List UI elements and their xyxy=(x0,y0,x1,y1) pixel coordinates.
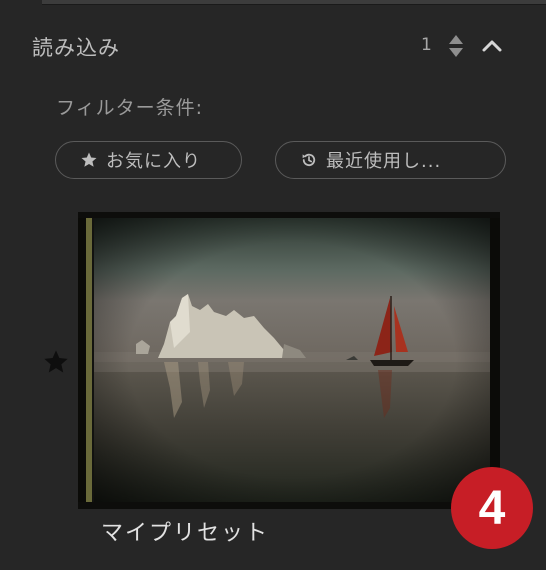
recent-filter-button[interactable]: 最近使用し... xyxy=(275,141,506,179)
step-number-badge: 4 xyxy=(451,467,533,549)
recent-filter-label: 最近使用し... xyxy=(326,151,442,172)
recent-clock-icon xyxy=(302,153,316,167)
favorites-filter-label: お気に入り xyxy=(106,151,201,172)
star-icon xyxy=(81,152,97,167)
top-divider xyxy=(42,0,546,5)
chevron-up-icon[interactable] xyxy=(478,32,506,60)
load-presets-panel: 読み込み 1 フィルター条件: お気に入り 最近使用し... マイプリセット 4 xyxy=(0,0,546,570)
favorite-star-icon[interactable] xyxy=(42,348,70,376)
section-title: 読み込み xyxy=(32,36,120,60)
filter-label: フィルター条件: xyxy=(56,97,204,119)
preset-thumbnail[interactable] xyxy=(78,212,500,509)
preset-name: マイプリセット xyxy=(101,521,270,546)
preset-count: 1 xyxy=(421,35,432,55)
up-down-stepper-icon[interactable] xyxy=(447,34,465,58)
section-header[interactable]: 読み込み 1 xyxy=(0,22,546,68)
favorites-filter-button[interactable]: お気に入り xyxy=(55,141,242,179)
thumbnail-image xyxy=(78,212,500,509)
